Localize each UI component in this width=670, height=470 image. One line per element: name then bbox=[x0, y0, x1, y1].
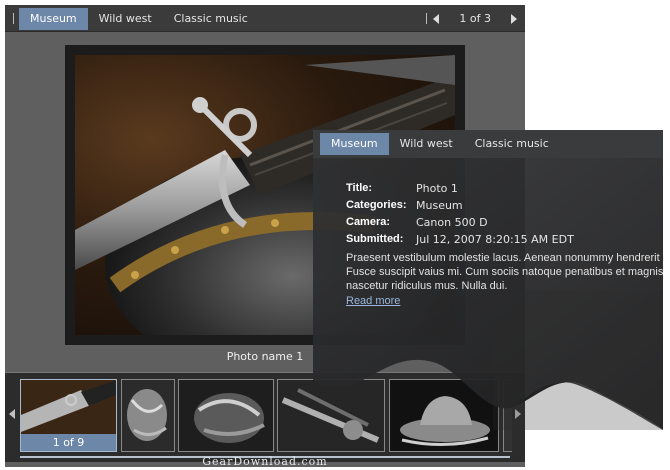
photo-description: Praesent vestibulum molestie lacus. Aene… bbox=[346, 251, 664, 293]
arrow-left-icon[interactable] bbox=[433, 13, 440, 24]
detail-value: Photo 1 bbox=[416, 182, 458, 195]
gallery-tabs: Museum Wild west Classic music bbox=[19, 8, 259, 30]
pager-divider bbox=[426, 13, 428, 24]
tab-wild-west[interactable]: Wild west bbox=[88, 8, 163, 30]
detail-value: Jul 12, 2007 8:20:15 AM EDT bbox=[416, 233, 574, 246]
thumbnail-counter: 1 of 9 bbox=[21, 434, 116, 451]
detail-label: Categories: bbox=[346, 199, 407, 211]
description-line: Fusce suscipit vaius mi. Cum sociis nato… bbox=[346, 266, 664, 278]
panel-tab-museum[interactable]: Museum bbox=[320, 133, 389, 155]
detail-row-submitted: Submitted: Jul 12, 2007 8:20:15 AM EDT bbox=[346, 231, 661, 248]
panel-tabs: Museum Wild west Classic music bbox=[320, 133, 560, 155]
gallery-toolbar: Museum Wild west Classic music 1 of 3 bbox=[5, 5, 525, 32]
detail-row-camera: Camera: Canon 500 D bbox=[346, 214, 661, 231]
detail-row-title: Title: Photo 1 bbox=[346, 180, 661, 197]
arrow-left-icon[interactable] bbox=[9, 409, 15, 419]
panel-tab-wild-west[interactable]: Wild west bbox=[389, 133, 464, 155]
thumbnail[interactable]: 1 of 9 bbox=[20, 379, 117, 452]
thumbnail[interactable] bbox=[121, 379, 175, 452]
detail-value: Canon 500 D bbox=[416, 216, 488, 229]
tab-museum[interactable]: Museum bbox=[19, 8, 88, 30]
arrow-right-icon[interactable] bbox=[511, 13, 517, 24]
description-line: nascetur ridiculus mus. Nulla dui. bbox=[346, 280, 508, 292]
detail-value: Museum bbox=[416, 199, 463, 212]
detail-label: Title: bbox=[346, 182, 373, 194]
panel-tab-classic-music[interactable]: Classic music bbox=[464, 133, 560, 155]
description-line: Praesent vestibulum molestie lacus. Aene… bbox=[346, 252, 664, 264]
photo-details: Title: Photo 1 Categories: Museum Camera… bbox=[346, 180, 661, 248]
thumbnail[interactable] bbox=[178, 379, 274, 452]
detail-label: Camera: bbox=[346, 216, 391, 228]
info-panel: Museum Wild west Classic music Title: Ph… bbox=[313, 130, 665, 438]
read-more-link[interactable]: Read more bbox=[346, 295, 400, 307]
tab-classic-music[interactable]: Classic music bbox=[163, 8, 259, 30]
thumbnail-image bbox=[122, 380, 174, 451]
detail-row-categories: Categories: Museum bbox=[346, 197, 661, 214]
toolbar-grip bbox=[13, 13, 14, 24]
pager-count: 1 of 3 bbox=[459, 12, 491, 25]
thumbnail-image bbox=[179, 380, 273, 451]
detail-label: Submitted: bbox=[346, 233, 404, 245]
watermark: GearDownload.com bbox=[202, 455, 328, 468]
pager: 1 of 3 bbox=[426, 5, 517, 32]
